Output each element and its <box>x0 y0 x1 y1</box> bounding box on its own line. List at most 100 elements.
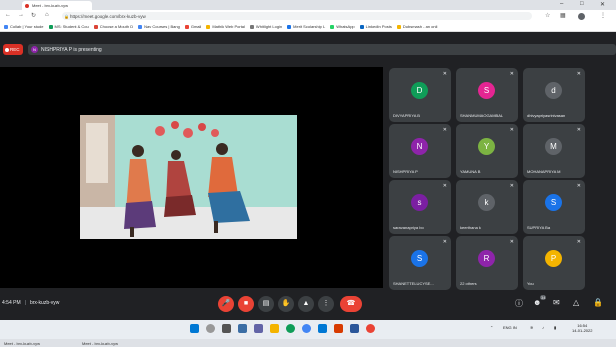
participant-name: dhivyapriyasrinivasan <box>527 113 566 118</box>
bookmark-item[interactable]: Collab | Your stude <box>4 24 44 29</box>
bookmark-item[interactable]: Mathik Web Portal <box>206 24 245 29</box>
participant-count-badge: 34 <box>540 295 547 300</box>
mic-muted-icon: ✕ <box>576 127 581 133</box>
extensions-icon[interactable]: ▦ <box>560 12 566 19</box>
participant-tile[interactable]: N NISHPRIYA P ✕ <box>389 124 451 178</box>
participant-tile[interactable]: S SHANMUMAOGAMBAL ✕ <box>456 68 518 122</box>
minimize-icon[interactable]: – <box>560 1 563 7</box>
tray-chevron-icon[interactable]: ⌃ <box>490 325 493 330</box>
present-button[interactable]: ▲ <box>298 296 314 312</box>
url-field[interactable]: 🔒 https://meet.google.com/brx-kuzb-vyw <box>62 12 532 20</box>
bookmark-item[interactable]: Choose a Mouth D <box>93 24 133 29</box>
profile-avatar[interactable] <box>578 12 585 20</box>
mic-muted-icon: ✕ <box>509 239 514 245</box>
bookmark-item[interactable]: Dubsmash - an onli <box>396 24 437 29</box>
bookmark-favicon-icon <box>206 24 211 29</box>
participant-name: SHANETTELUCYSE... <box>393 281 434 286</box>
participant-tile[interactable]: S SHANETTELUCYSE... ✕ <box>389 236 451 290</box>
bottom-preview-strip: Meet - brx-kuzb-vyw Meet - brx-kuzb-vyw <box>0 339 616 347</box>
participant-tile[interactable]: S SUPRIYA Ba ✕ <box>523 180 585 234</box>
forward-icon[interactable]: → <box>18 12 24 18</box>
mic-muted-icon: ✕ <box>576 239 581 245</box>
tray-language[interactable]: ENG IN <box>503 325 517 330</box>
dance-video-image <box>80 115 297 239</box>
bookmark-item[interactable]: MS: Student & Cou <box>48 24 89 29</box>
bookmark-favicon-icon <box>184 24 189 29</box>
bookmark-item[interactable]: LinkedIn Posts <box>359 24 392 29</box>
bookmark-favicon-icon <box>138 24 143 29</box>
participant-name: NISHPRIYA P <box>393 169 418 174</box>
bookmark-item[interactable]: Gmail <box>184 24 201 29</box>
bookmark-item[interactable]: Merit Scolarship L <box>287 24 325 29</box>
participant-tile[interactable]: d dhivyapriyasrinivasan ✕ <box>523 68 585 122</box>
mic-off-button[interactable]: 🎤 <box>218 296 234 312</box>
chrome-icon[interactable] <box>302 324 311 333</box>
chat-icon[interactable]: ✉ <box>553 298 560 307</box>
reload-icon[interactable]: ↻ <box>31 12 36 19</box>
edge-icon[interactable] <box>286 324 295 333</box>
presenting-banner: N NISHPRIYA P is presenting <box>28 44 616 55</box>
captions-button[interactable]: ▤ <box>258 296 274 312</box>
app-icon[interactable] <box>366 324 375 333</box>
browser-tab-strip: Meet - brx-kuzb-vyw – □ ✕ <box>0 0 616 10</box>
meeting-time: 4:54 PM <box>2 300 21 306</box>
presenting-text: NISHPRIYA P is presenting <box>41 46 102 53</box>
participant-name: YAMUNA B <box>460 169 481 174</box>
participant-avatar: d <box>545 82 562 99</box>
meet-top-bar: REC N NISHPRIYA P is presenting <box>0 32 616 64</box>
bookmark-item[interactable]: Whitlight Login <box>249 24 282 29</box>
star-icon[interactable]: ☆ <box>545 12 550 19</box>
url-text: https://meet.google.com/brx-kuzb-vyw <box>70 13 146 19</box>
bookmark-item[interactable]: Nav Courses | Bang <box>138 24 180 29</box>
raise-hand-button[interactable]: ✋ <box>278 296 294 312</box>
participant-tile[interactable]: P You ✕ <box>523 236 585 290</box>
leave-call-button[interactable]: ☎ <box>340 296 362 312</box>
maximize-icon[interactable]: □ <box>580 1 584 7</box>
participant-avatar: k <box>478 194 495 211</box>
file-explorer-icon[interactable] <box>270 324 279 333</box>
mic-muted-icon: ✕ <box>576 183 581 189</box>
task-view-icon[interactable] <box>222 324 231 333</box>
volume-icon[interactable]: ♪ <box>542 325 544 330</box>
back-icon[interactable]: ← <box>5 12 11 18</box>
taskbar-clock[interactable]: 16:54 14-01-2022 <box>572 323 592 333</box>
menu-icon[interactable]: ⋮ <box>600 12 606 19</box>
word-icon[interactable] <box>350 324 359 333</box>
meet-bottom-bar: 4:54 PM | brx-kuzb-vyw 🎤 ■ ▤ ✋ ▲ ⋮ ☎ ⓘ ☻ 3… <box>0 290 616 320</box>
wifi-icon[interactable]: ≋ <box>530 325 533 330</box>
battery-icon[interactable]: ▮ <box>554 325 556 330</box>
participant-tile[interactable]: k keerthana k ✕ <box>456 180 518 234</box>
info-icon[interactable]: ⓘ <box>515 298 523 309</box>
participant-avatar: D <box>411 82 428 99</box>
participant-tile[interactable]: s saravanapriya bo ✕ <box>389 180 451 234</box>
activities-icon[interactable]: △ <box>573 298 579 307</box>
home-icon[interactable]: ⌂ <box>45 12 49 18</box>
bookmark-favicon-icon <box>249 24 254 29</box>
participant-tile[interactable]: R 22 others ✕ <box>456 236 518 290</box>
camera-off-button[interactable]: ■ <box>238 296 254 312</box>
search-icon[interactable] <box>206 324 215 333</box>
store-icon[interactable] <box>318 324 327 333</box>
recording-badge: REC <box>3 44 23 55</box>
mic-muted-icon: ✕ <box>509 183 514 189</box>
participant-tile[interactable]: D DIVYAPRIYA B ✕ <box>389 68 451 122</box>
participant-avatar: N <box>411 138 428 155</box>
host-controls-icon[interactable]: 🔒 <box>593 298 603 307</box>
participant-tile[interactable]: M MOHANAPRIYA M ✕ <box>523 124 585 178</box>
mic-muted-icon: ✕ <box>442 127 447 133</box>
teams-icon[interactable] <box>254 324 263 333</box>
office-icon[interactable] <box>334 324 343 333</box>
bookmark-favicon-icon <box>396 24 401 29</box>
bookmark-favicon-icon <box>359 24 364 29</box>
browser-tab-meet[interactable]: Meet - brx-kuzb-vyw <box>22 1 92 10</box>
widgets-icon[interactable] <box>238 324 247 333</box>
recording-dot-icon <box>25 4 29 8</box>
close-window-icon[interactable]: ✕ <box>600 1 605 8</box>
participant-avatar: S <box>478 82 495 99</box>
participant-tile[interactable]: Y YAMUNA B ✕ <box>456 124 518 178</box>
more-options-button[interactable]: ⋮ <box>318 296 334 312</box>
bookmark-favicon-icon <box>93 24 98 29</box>
mic-muted-icon: ✕ <box>509 71 514 77</box>
start-icon[interactable] <box>190 324 199 333</box>
bookmark-item[interactable]: WhatsApp <box>330 24 355 29</box>
